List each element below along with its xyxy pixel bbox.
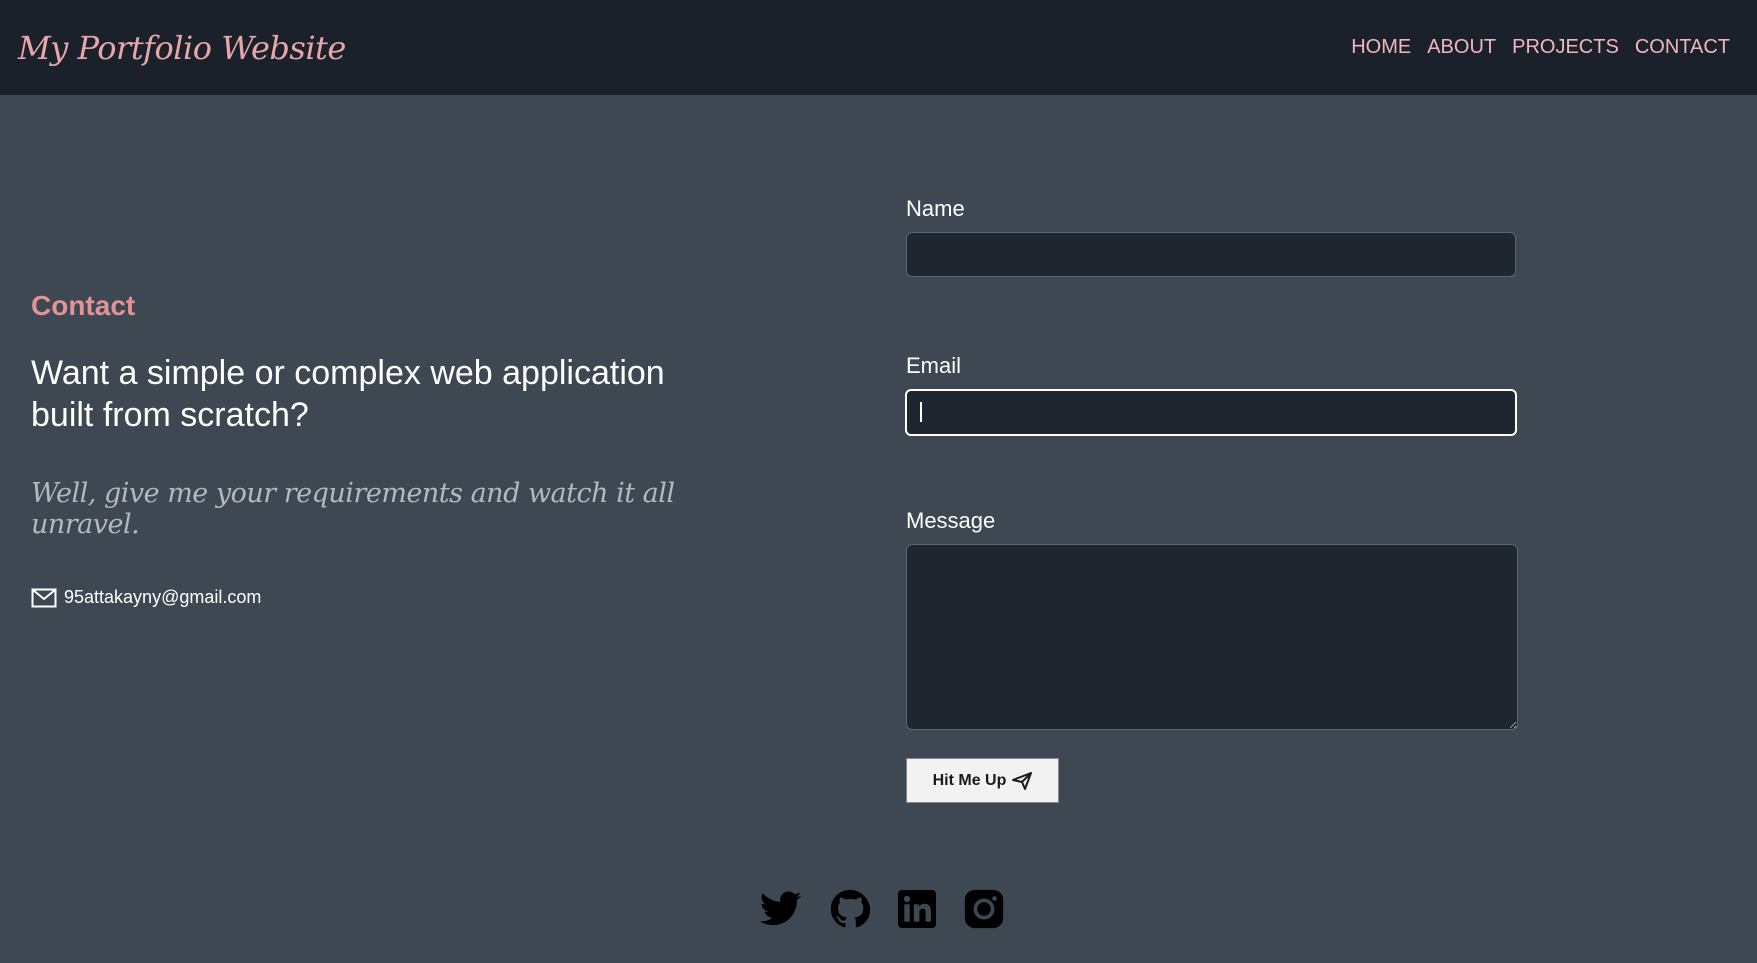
instagram-icon[interactable] — [964, 889, 1004, 929]
nav-links: HOME ABOUT PROJECTS CONTACT — [1351, 36, 1730, 59]
contact-tagline: Well, give me your requirements and watc… — [31, 478, 675, 540]
submit-label: Hit Me Up — [932, 771, 1007, 789]
nav-contact[interactable]: CONTACT — [1635, 36, 1730, 59]
submit-button[interactable]: Hit Me Up — [906, 758, 1059, 803]
nav-home[interactable]: HOME — [1351, 36, 1411, 59]
email-row: 95attakayny@gmail.com — [31, 587, 751, 608]
nav-about[interactable]: ABOUT — [1427, 36, 1496, 59]
email-input-wrap — [905, 389, 1519, 436]
message-label: Message — [906, 508, 996, 533]
section-label: Contact — [31, 290, 136, 321]
message-textarea[interactable] — [906, 544, 1518, 730]
email-input[interactable] — [905, 389, 1517, 436]
contact-form: Name Email Message Hit Me Up — [905, 196, 1519, 803]
twitter-icon[interactable] — [760, 891, 802, 927]
nav-projects[interactable]: PROJECTS — [1512, 36, 1619, 59]
email-label: Email — [906, 353, 962, 378]
email-group: Email — [905, 353, 1519, 436]
brand-logo[interactable]: My Portfolio Website — [18, 29, 346, 67]
send-icon — [1012, 771, 1033, 790]
contact-email[interactable]: 95attakayny@gmail.com — [64, 587, 261, 608]
text-caret — [920, 402, 922, 422]
linkedin-icon[interactable] — [898, 890, 936, 928]
social-links — [760, 889, 1004, 929]
name-group: Name — [906, 196, 1519, 277]
navbar: My Portfolio Website HOME ABOUT PROJECTS… — [0, 0, 1757, 95]
github-icon[interactable] — [830, 889, 870, 929]
name-input[interactable] — [906, 232, 1516, 277]
message-group: Message — [906, 508, 1519, 730]
contact-headline: Want a simple or complex web application… — [31, 354, 665, 434]
name-label: Name — [906, 196, 965, 221]
contact-info: Contact Want a simple or complex web app… — [31, 290, 751, 608]
mail-icon — [31, 588, 57, 607]
